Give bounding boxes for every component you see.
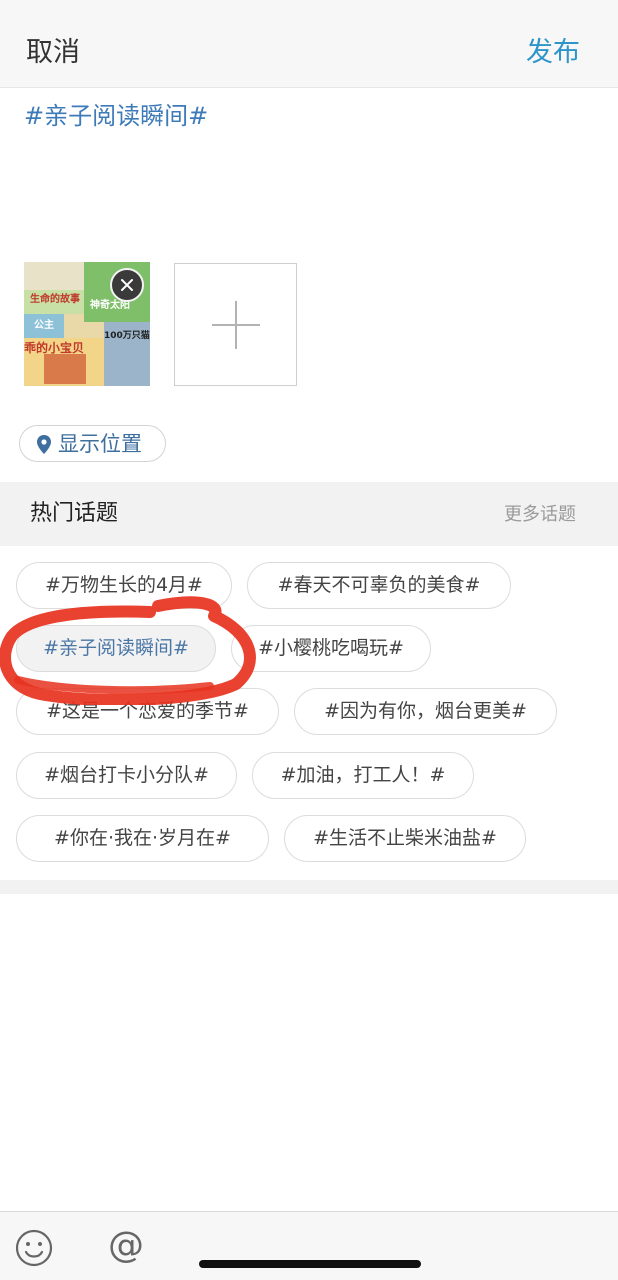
add-image-button[interactable] [174,263,297,386]
emoji-icon[interactable] [14,1228,54,1268]
hot-topics-header: 热门话题 更多话题 [0,482,618,546]
topic-chip[interactable]: #烟台打卡小分队# [16,752,237,799]
topic-chip[interactable]: #小樱桃吃喝玩# [231,625,431,672]
home-indicator [199,1260,421,1268]
cancel-button[interactable]: 取消 [26,36,80,70]
image-text-5: 100万只猫 [104,331,150,341]
image-text-3: 公主 [34,320,54,331]
image-text-4: 乖的小宝贝 [24,341,85,355]
topic-chip[interactable]: #万物生长的4月# [16,562,232,609]
location-pin-icon [37,435,51,454]
publish-button[interactable]: 发布 [526,36,580,70]
top-bar: 取消 发布 [0,0,618,88]
topic-chip[interactable]: #春天不可辜负的美食# [247,562,511,609]
mention-button[interactable]: @ [108,1224,144,1268]
post-text-input[interactable]: #亲子阅读瞬间# [24,100,208,132]
topic-chip-selected[interactable]: #亲子阅读瞬间# [16,625,216,672]
topic-chip-list: #万物生长的4月# #春天不可辜负的美食# #亲子阅读瞬间# #小樱桃吃喝玩# … [0,546,618,880]
hot-topics-title: 热门话题 [30,501,119,526]
topic-chip[interactable]: #因为有你，烟台更美# [294,688,557,735]
topic-chip[interactable]: #生活不止柴米油盐# [284,815,526,862]
topic-chip[interactable]: #你在·我在·岁月在# [16,815,269,862]
bottom-toolbar: @ [0,1211,618,1280]
image-text-1: 生命的故事 [30,294,80,305]
more-topics-link[interactable]: 更多话题 [504,502,576,528]
show-location-button[interactable]: 显示位置 [19,425,166,462]
section-divider [0,880,618,894]
topic-chip[interactable]: #加油，打工人！# [252,752,474,799]
topic-chip[interactable]: #这是一个恋爱的季节# [16,688,279,735]
remove-image-button[interactable] [110,268,144,302]
location-label: 显示位置 [58,432,142,456]
close-icon [121,279,133,291]
